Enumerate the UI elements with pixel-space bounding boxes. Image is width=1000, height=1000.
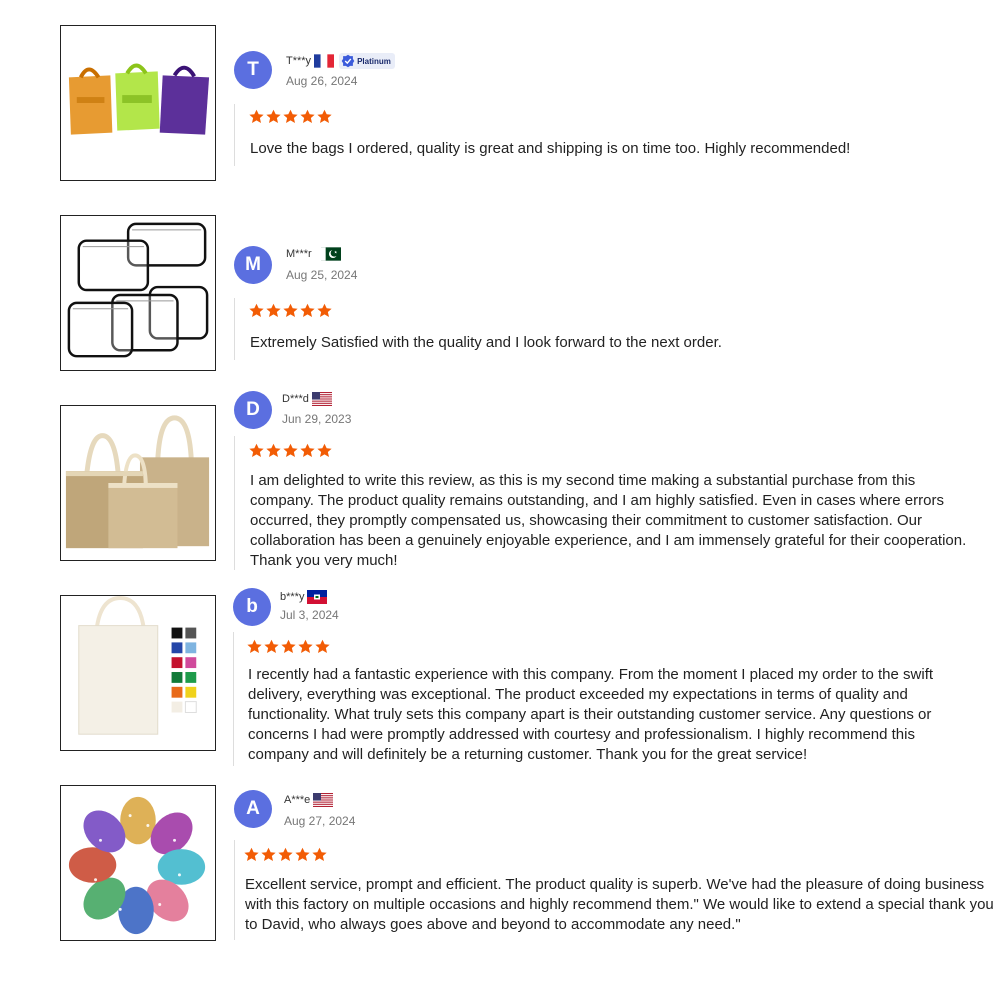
divider xyxy=(234,298,235,360)
star-icon xyxy=(244,847,259,861)
avatar: D xyxy=(234,391,272,429)
usa-flag-icon xyxy=(313,793,334,807)
review-text: Love the bags I ordered, quality is grea… xyxy=(250,140,851,157)
star-icon xyxy=(300,303,315,317)
star-icon xyxy=(249,109,264,123)
star-icon xyxy=(295,847,310,861)
reviewer-name-text: T***y xyxy=(286,55,312,67)
france-flag-icon xyxy=(314,54,335,68)
usa-flag-icon xyxy=(311,392,332,406)
review-date: Jul 3, 2024 xyxy=(280,608,339,622)
star-icon xyxy=(300,443,315,457)
review-text: I recently had a fantastic experience wi… xyxy=(248,666,934,763)
reviewer-name-text: b***y xyxy=(280,591,305,603)
badge-label: Platinum xyxy=(357,56,391,66)
star-icon xyxy=(266,109,281,123)
star-icon xyxy=(317,443,332,457)
star-icon xyxy=(317,303,332,317)
reviewer-name-text: A***e xyxy=(284,794,311,806)
avatar: b xyxy=(233,588,271,626)
reviewer-name-text: M***r xyxy=(286,248,312,260)
reviewer-name: b***y xyxy=(280,590,328,604)
pakistan-flag-icon xyxy=(320,247,341,261)
review-text: I am delighted to write this review, as … xyxy=(250,472,967,569)
star-icon xyxy=(266,303,281,317)
star-rating xyxy=(247,639,330,654)
review-date: Jun 29, 2023 xyxy=(282,412,352,426)
verified-check-icon xyxy=(341,54,355,68)
review-photo[interactable] xyxy=(60,785,216,941)
review-text: Extremely Satisfied with the quality and… xyxy=(250,334,722,351)
avatar: T xyxy=(234,51,272,89)
reviewer-name: M***r xyxy=(286,247,341,261)
star-rating xyxy=(249,303,332,318)
star-icon xyxy=(249,443,264,457)
star-icon xyxy=(264,639,279,653)
star-icon xyxy=(247,639,262,653)
star-icon xyxy=(317,109,332,123)
star-icon xyxy=(298,639,313,653)
star-icon xyxy=(283,303,298,317)
review-photo[interactable] xyxy=(60,405,216,561)
avatar: M xyxy=(234,246,272,284)
plastic-bags-image xyxy=(68,63,210,135)
star-icon xyxy=(266,443,281,457)
star-rating xyxy=(249,109,332,124)
star-icon xyxy=(315,639,330,653)
jute-bags-image xyxy=(65,415,210,549)
reviewer-name-text: D***d xyxy=(282,393,309,405)
star-icon xyxy=(312,847,327,861)
organza-pouches-image xyxy=(68,796,206,935)
review-photo[interactable] xyxy=(60,595,216,751)
review-photo[interactable] xyxy=(60,215,216,371)
canvas-tote-image xyxy=(78,596,197,735)
star-icon xyxy=(261,847,276,861)
platinum-badge: Platinum xyxy=(339,53,395,69)
reviewer-name: D***d xyxy=(282,392,332,406)
reviewer-name: A***e xyxy=(284,793,334,807)
haiti-flag-icon xyxy=(307,590,328,604)
star-icon xyxy=(249,303,264,317)
star-icon xyxy=(281,639,296,653)
review-date: Aug 25, 2024 xyxy=(286,268,358,282)
review-photo[interactable] xyxy=(60,25,216,181)
star-icon xyxy=(300,109,315,123)
star-icon xyxy=(283,443,298,457)
review-date: Aug 27, 2024 xyxy=(284,814,356,828)
star-rating xyxy=(244,847,327,862)
review-date: Aug 26, 2024 xyxy=(286,74,358,88)
star-icon xyxy=(278,847,293,861)
avatar: A xyxy=(234,790,272,828)
divider xyxy=(234,104,235,166)
divider xyxy=(233,632,234,766)
review-text: Excellent service, prompt and efficient.… xyxy=(245,876,994,933)
star-rating xyxy=(249,443,332,458)
pvc-pouches-image xyxy=(67,222,209,358)
divider xyxy=(234,840,235,940)
star-icon xyxy=(283,109,298,123)
divider xyxy=(234,436,235,570)
reviewer-name: T***y Platinum xyxy=(286,53,395,69)
